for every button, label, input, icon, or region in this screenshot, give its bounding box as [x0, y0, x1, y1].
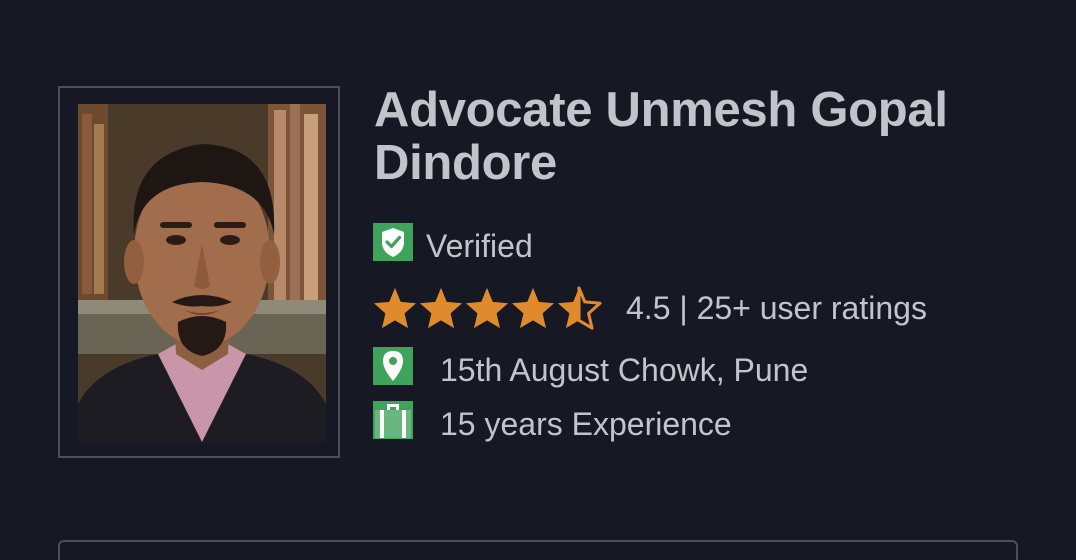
rating-row: 4.5 | 25+ user ratings	[372, 286, 927, 330]
rating-text: 4.5 | 25+ user ratings	[626, 289, 927, 326]
experience-text: 15 years Experience	[440, 405, 732, 442]
map-pin-icon	[372, 346, 414, 394]
location-row: 15th August Chowk, Pune	[372, 346, 808, 394]
star-icon	[511, 287, 555, 329]
star-icon	[419, 287, 463, 329]
star-half-icon	[557, 286, 602, 330]
star-icon	[373, 287, 417, 329]
briefcase-icon	[372, 400, 414, 448]
shield-check-icon	[372, 222, 414, 270]
lawyer-name: Advocate Unmesh Gopal Dindore	[374, 83, 948, 190]
next-section-edge	[58, 540, 1018, 560]
verified-label: Verified	[426, 227, 533, 264]
verified-row: Verified	[372, 222, 533, 270]
star-icon	[465, 287, 509, 329]
profile-photo-frame	[58, 86, 340, 458]
lawyer-profile-card: Advocate Unmesh Gopal Dindore Verified 4…	[0, 0, 1076, 560]
star-rating	[372, 286, 602, 330]
experience-row: 15 years Experience	[372, 400, 732, 448]
location-text: 15th August Chowk, Pune	[440, 351, 809, 388]
profile-photo[interactable]	[78, 104, 326, 442]
